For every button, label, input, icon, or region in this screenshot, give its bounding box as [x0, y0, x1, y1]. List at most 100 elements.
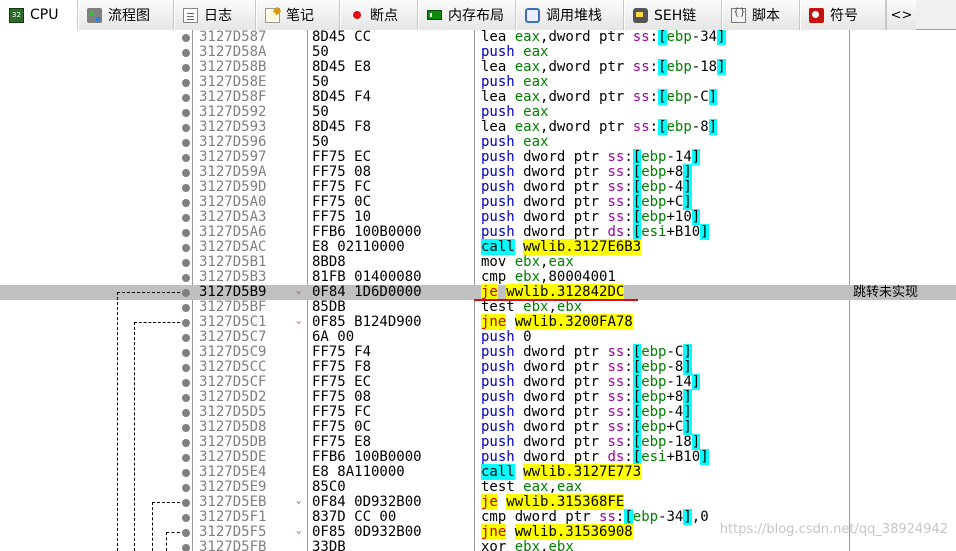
row-instruction: push eax	[481, 134, 549, 150]
breakpoint-dot-icon[interactable]	[182, 184, 190, 192]
disasm-row[interactable]: 3127D5A0 FF75 0C push dword ptr ss:[ebp+C]	[0, 194, 956, 210]
disasm-row[interactable]: 3127D5AC E8 02110000 call wwlib.3127E6B3	[0, 239, 956, 255]
breakpoint-dot-icon[interactable]	[182, 229, 190, 237]
breakpoint-dot-icon[interactable]	[182, 154, 190, 162]
disasm-row[interactable]: 3127D5A3 FF75 10 push dword ptr ss:[ebp+10…	[0, 209, 956, 225]
breakpoint-dot-icon[interactable]	[182, 379, 190, 387]
disasm-row[interactable]: 3127D5E9 85C0 test eax,eax	[0, 480, 956, 495]
breakpoint-dot-icon[interactable]	[182, 319, 190, 327]
disasm-row[interactable]: 3127D59D FF75 FC push dword ptr ss:[ebp-4]	[0, 179, 956, 195]
disasm-row[interactable]: 3127D59A FF75 08 push dword ptr ss:[ebp+8]	[0, 164, 956, 180]
disasm-row[interactable]: 3127D593 8D45 F8 lea eax,dword ptr ss:[ebp…	[0, 119, 956, 135]
disasm-row[interactable]: 3127D58F 8D45 F4 lea eax,dword ptr ss:[ebp…	[0, 89, 956, 105]
disasm-row[interactable]: 3127D5EB ⌄ 0F84 0D932B00 je wwlib.315368FE	[0, 494, 956, 510]
tab-notes[interactable]: 笔记	[256, 0, 340, 30]
breakpoint-dot-icon[interactable]	[182, 514, 190, 522]
breakpoint-dot-icon[interactable]	[182, 289, 190, 297]
breakpoint-dot-icon[interactable]	[182, 259, 190, 267]
breakpoint-dot-icon[interactable]	[182, 484, 190, 492]
row-bytes: 8D45 CC	[312, 30, 372, 45]
breakpoint-dot-icon[interactable]	[182, 334, 190, 342]
tab-log[interactable]: 日志	[174, 0, 256, 30]
row-instruction: push dword ptr ss:[ebp+8]	[481, 164, 692, 180]
disasm-row[interactable]: 3127D592 50 push eax	[0, 105, 956, 120]
disasm-row[interactable]: 3127D597 FF75 EC push dword ptr ss:[ebp-14…	[0, 149, 956, 165]
breakpoint-dot-icon[interactable]	[182, 94, 190, 102]
disasm-row[interactable]: 3127D5FB 33DB xor ebx,ebx	[0, 540, 956, 551]
breakpoint-dot-icon[interactable]	[182, 394, 190, 402]
row-bytes: FF75 08	[312, 164, 372, 180]
disasm-row[interactable]: 3127D596 50 push eax	[0, 135, 956, 150]
disasm-row[interactable]: 3127D5E4 E8 8A110000 call wwlib.3127E773	[0, 464, 956, 480]
jump-arrow	[166, 532, 167, 551]
disasm-row[interactable]: 3127D5CF FF75 EC push dword ptr ss:[ebp-14…	[0, 374, 956, 390]
breakpoint-dot-icon[interactable]	[182, 439, 190, 447]
breakpoint-dot-icon[interactable]	[182, 544, 190, 551]
disassembly-view[interactable]: 3127D587 8D45 CC lea eax,dword ptr ss:[ebp…	[0, 30, 956, 551]
jump-arrow	[117, 292, 118, 551]
row-instruction: push dword ptr ss:[ebp-4]	[481, 404, 692, 420]
disasm-row[interactable]: 3127D58B 8D45 E8 lea eax,dword ptr ss:[ebp…	[0, 59, 956, 75]
disasm-row[interactable]: 3127D5C7 6A 00 push 0	[0, 330, 956, 345]
breakpoint-dot-icon[interactable]	[182, 304, 190, 312]
disasm-row[interactable]: 3127D5DB FF75 E8 push dword ptr ss:[ebp-18…	[0, 434, 956, 450]
breakpoint-dot-icon[interactable]	[182, 244, 190, 252]
breakpoint-dot-icon[interactable]	[182, 499, 190, 507]
breakpoint-dot-icon[interactable]	[182, 199, 190, 207]
disasm-row[interactable]: 3127D58E 50 push eax	[0, 75, 956, 90]
row-address: 3127D5F5	[199, 524, 267, 540]
breakpoint-dot-icon[interactable]	[182, 214, 190, 222]
row-instruction: je wwlib.312842DC	[481, 284, 625, 300]
tab-scroll-button[interactable]: <>	[886, 0, 916, 30]
breakpoint-dot-icon[interactable]	[182, 49, 190, 57]
row-bytes: 50	[312, 104, 329, 120]
row-instruction: push dword ptr ss:[ebp+C]	[481, 419, 692, 435]
disasm-row[interactable]: 3127D5BF 85DB test ebx,ebx	[0, 300, 956, 315]
breakpoint-dot-icon[interactable]	[182, 274, 190, 282]
row-instruction: call wwlib.3127E6B3	[481, 239, 642, 255]
disasm-row[interactable]: 3127D5DE FFB6 100B0000 push dword ptr ds:[…	[0, 449, 956, 465]
breakpoint-dot-icon[interactable]	[182, 124, 190, 132]
breakpoint-dot-icon[interactable]	[182, 424, 190, 432]
disasm-row[interactable]: 3127D5C9 FF75 F4 push dword ptr ss:[ebp-C]	[0, 344, 956, 360]
breakpoint-dot-icon[interactable]	[182, 364, 190, 372]
tab-callstack[interactable]: 调用堆栈	[516, 0, 624, 30]
breakpoint-dot-icon[interactable]	[182, 454, 190, 462]
disasm-row[interactable]: 3127D5D8 FF75 0C push dword ptr ss:[ebp+C]	[0, 419, 956, 435]
row-bytes: FF75 EC	[312, 374, 372, 390]
tab-graph[interactable]: 流程图	[78, 0, 174, 30]
tab-label: 流程图	[108, 8, 150, 24]
breakpoint-dot-icon[interactable]	[182, 409, 190, 417]
breakpoint-dot-icon[interactable]	[182, 139, 190, 147]
breakpoint-dot-icon[interactable]	[182, 169, 190, 177]
breakpoint-dot-icon[interactable]	[182, 529, 190, 537]
row-instruction: push dword ptr ss:[ebp-18]	[481, 434, 701, 450]
tab-seh[interactable]: SEH链	[624, 0, 722, 30]
row-bytes: 0F85 0D932B00	[312, 524, 422, 540]
tab-bar: 32 CPU 流程图 日志 笔记 断点 内存布局 调用堆栈 SEH链 脚本 符号 <>	[0, 0, 956, 31]
cpu-icon: 32	[9, 7, 24, 23]
disasm-row[interactable]: 3127D58A 50 push eax	[0, 45, 956, 60]
tab-symbols[interactable]: 符号	[800, 0, 886, 30]
disasm-row[interactable]: 3127D5CC FF75 F8 push dword ptr ss:[ebp-8]	[0, 359, 956, 375]
breakpoint-dot-icon[interactable]	[182, 64, 190, 72]
breakpoint-dot-icon[interactable]	[182, 79, 190, 87]
tab-script[interactable]: 脚本	[722, 0, 800, 30]
breakpoint-dot-icon[interactable]	[182, 34, 190, 42]
disasm-row[interactable]: 3127D5D2 FF75 08 push dword ptr ss:[ebp+8]	[0, 389, 956, 405]
jump-arrow	[134, 322, 135, 551]
row-bytes: FF75 FC	[312, 179, 372, 195]
disasm-row[interactable]: 3127D5B1 8BD8 mov ebx,eax	[0, 255, 956, 270]
breakpoint-dot-icon[interactable]	[182, 109, 190, 117]
disasm-row[interactable]: 3127D5A6 FFB6 100B0000 push dword ptr ds:[…	[0, 224, 956, 240]
tab-memmap[interactable]: 内存布局	[418, 0, 516, 30]
disasm-row[interactable]: 3127D5D5 FF75 FC push dword ptr ss:[ebp-4]	[0, 404, 956, 420]
tab-breakpoints[interactable]: 断点	[340, 0, 418, 30]
breakpoint-dot-icon[interactable]	[182, 349, 190, 357]
breakpoint-dot-icon[interactable]	[182, 469, 190, 477]
disasm-row[interactable]: 3127D5B3 81FB 01400080 cmp ebx,80004001	[0, 270, 956, 285]
disasm-row[interactable]: 3127D587 8D45 CC lea eax,dword ptr ss:[ebp…	[0, 30, 956, 45]
tab-cpu[interactable]: 32 CPU	[0, 0, 78, 31]
jump-arrow-head	[117, 292, 180, 293]
jump-arrow-head	[166, 532, 180, 533]
